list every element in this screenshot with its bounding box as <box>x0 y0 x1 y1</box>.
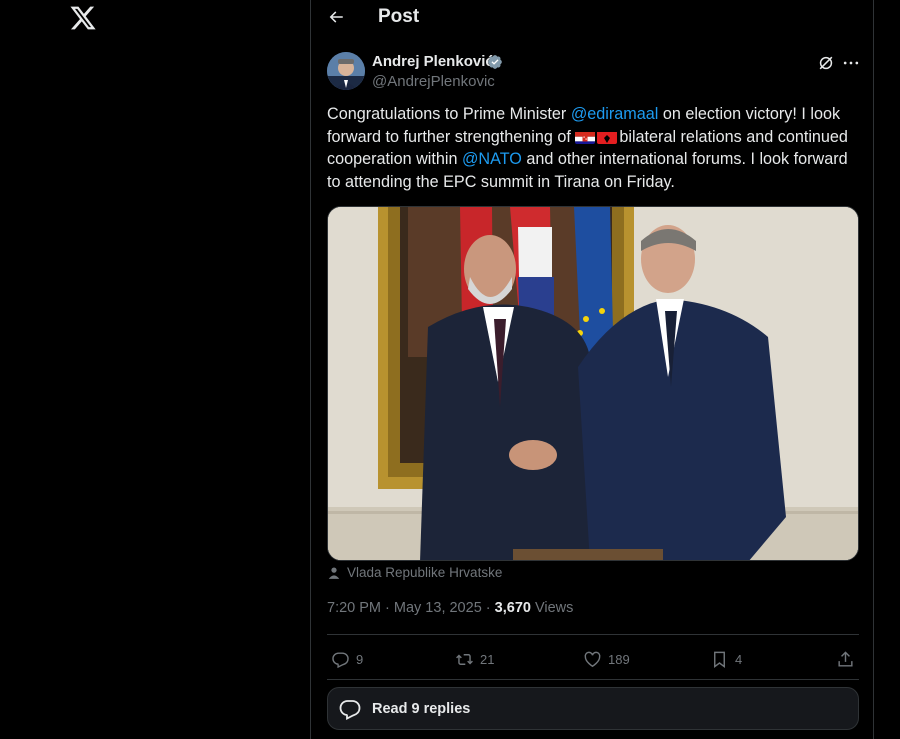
tweet-photo[interactable] <box>327 206 859 561</box>
divider <box>327 634 859 635</box>
meta-separator: · <box>481 600 495 616</box>
tweet-text: Congratulations to Prime Minister @edira… <box>327 103 862 193</box>
top-bar: Post <box>311 0 874 34</box>
right-rail <box>875 0 900 739</box>
repost-icon <box>456 653 473 665</box>
page-title: Post <box>378 6 420 27</box>
views-label: Views <box>530 600 574 616</box>
divider <box>327 679 859 680</box>
left-rail <box>0 0 310 739</box>
bookmark-count: 4 <box>735 651 743 667</box>
post-date[interactable]: May 13, 2025 <box>394 600 482 616</box>
action-bar: 9 21 189 4 <box>327 644 859 674</box>
views-count: 3,670 <box>494 600 531 616</box>
bookmark-icon <box>714 651 725 668</box>
verified-badge-icon <box>488 55 502 69</box>
post-meta: 7:20 PM · May 13, 2025 · 3,670 Views <box>327 600 573 616</box>
repost-button[interactable]: 21 <box>455 644 494 674</box>
tweet-text-part: Congratulations to Prime Minister <box>327 105 571 123</box>
read-replies-label: Read 9 replies <box>372 700 471 717</box>
mention-link[interactable]: @ediramaal <box>571 105 659 123</box>
croatia-flag-icon <box>575 130 596 144</box>
replies-bubble-icon <box>339 699 361 720</box>
handshake-photo <box>328 207 858 560</box>
bookmark-button[interactable]: 4 <box>710 644 742 674</box>
x-logo-icon[interactable] <box>69 4 97 32</box>
photo-credit: Vlada Republike Hrvatske <box>327 565 502 580</box>
post-column: Post Andrej Plenković @AndrejPlenkovic C… <box>310 0 874 739</box>
albania-flag-icon <box>597 130 618 144</box>
avatar[interactable] <box>327 52 365 90</box>
back-button[interactable] <box>323 4 349 30</box>
reply-count: 9 <box>356 651 364 667</box>
meta-separator: · <box>381 600 394 616</box>
heart-icon <box>584 651 601 667</box>
avatar-photo <box>327 52 365 90</box>
mention-link[interactable]: @NATO <box>462 150 522 168</box>
reply-icon <box>332 651 349 668</box>
reply-button[interactable]: 9 <box>331 644 363 674</box>
like-count: 189 <box>608 651 630 667</box>
author-name[interactable]: Andrej Plenković <box>372 53 494 70</box>
arrow-left-icon <box>329 11 343 23</box>
more-options-icon[interactable] <box>841 53 861 73</box>
author-handle[interactable]: @AndrejPlenkovic <box>372 73 495 90</box>
share-icon <box>838 650 853 667</box>
person-icon <box>328 566 340 579</box>
like-button[interactable]: 189 <box>583 644 630 674</box>
grok-icon[interactable] <box>816 53 836 73</box>
repost-count: 21 <box>480 651 495 667</box>
post-time[interactable]: 7:20 PM <box>327 600 381 616</box>
share-button[interactable] <box>836 644 855 674</box>
photo-credit-label: Vlada Republike Hrvatske <box>347 565 503 580</box>
read-replies-button[interactable]: Read 9 replies <box>327 687 859 730</box>
